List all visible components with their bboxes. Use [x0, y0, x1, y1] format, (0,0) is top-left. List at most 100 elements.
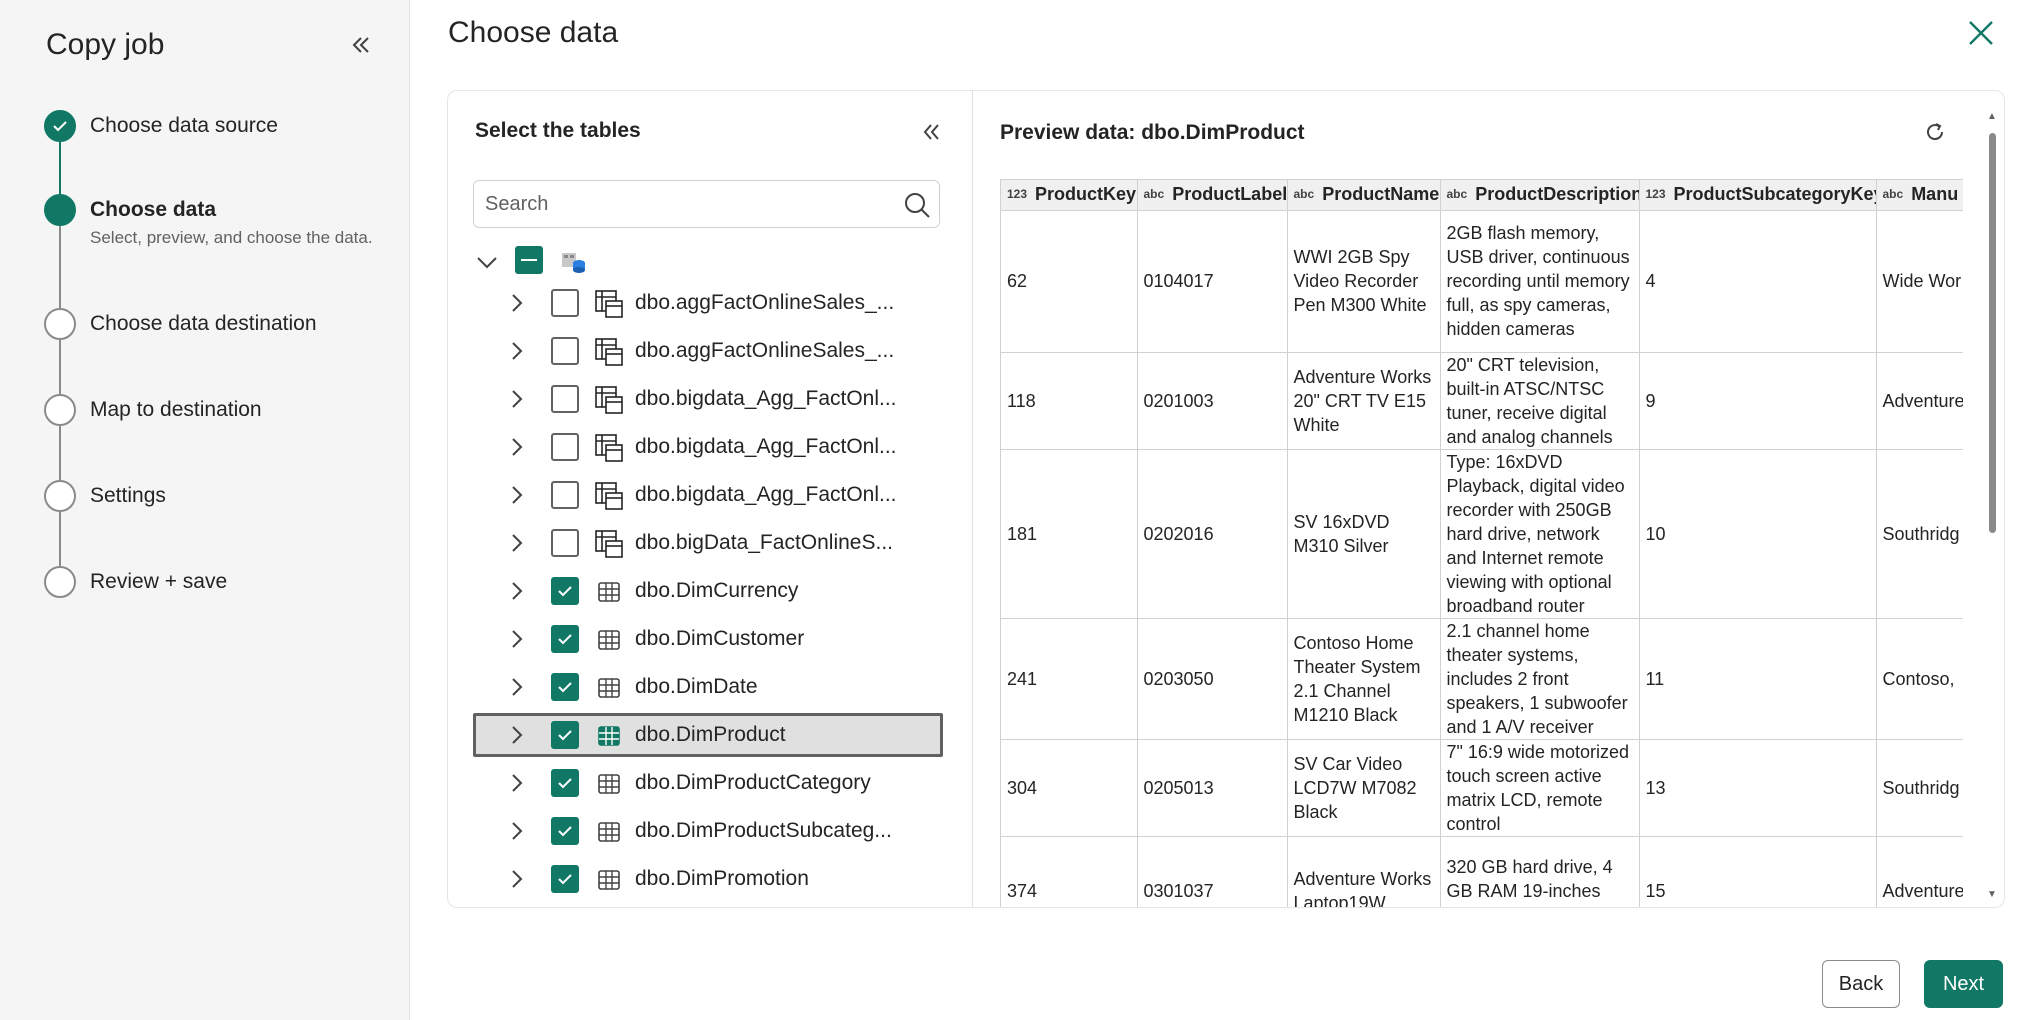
column-header[interactable]: abc ProductName — [1287, 180, 1441, 211]
search-input[interactable] — [485, 181, 885, 227]
table-checkbox[interactable] — [551, 433, 579, 461]
column-header[interactable]: abc ProductLabel — [1137, 180, 1288, 211]
table-list-item[interactable]: dbo.bigdata_Agg_FactOnl... — [473, 425, 943, 469]
step-connector — [59, 226, 61, 308]
table-list-item[interactable]: dbo.aggFactOnlineSales_... — [473, 329, 943, 373]
table-list-item[interactable]: dbo.bigdata_Agg_FactOnl... — [473, 377, 943, 421]
table-list-item[interactable]: dbo.aggFactOnlineSales_... — [473, 281, 943, 325]
column-name: ProductKey — [1035, 184, 1137, 205]
column-header[interactable]: 123 ProductSubcategoryKey — [1639, 180, 1877, 211]
refresh-button[interactable] — [1922, 119, 1948, 145]
chevron-right-icon[interactable] — [507, 820, 527, 842]
column-header[interactable]: 123 ProductKey — [1001, 180, 1138, 211]
table-list-item[interactable]: dbo.bigdata_Agg_FactOnl... — [473, 473, 943, 517]
table-checkbox[interactable] — [551, 673, 579, 701]
table-list-item[interactable]: dbo.DimCurrency — [473, 569, 943, 613]
chevron-right-icon[interactable] — [507, 676, 527, 698]
column-type-icon: 123 — [1645, 187, 1666, 202]
table-cell: Adventure Works 20" CRT TV E15 White — [1287, 352, 1441, 450]
step-complete-icon — [44, 110, 76, 142]
table-cell: 13 — [1639, 739, 1877, 837]
page-title: Choose data — [448, 16, 619, 49]
table-name: dbo.bigdata_Agg_FactOnl... — [635, 483, 897, 506]
table-icon — [598, 870, 620, 890]
table-cell: 15 — [1639, 836, 1877, 907]
chevron-right-icon[interactable] — [507, 772, 527, 794]
chevron-right-icon[interactable] — [507, 580, 527, 602]
table-checkbox[interactable] — [551, 481, 579, 509]
chevron-right-icon[interactable] — [507, 868, 527, 890]
chevron-right-icon[interactable] — [507, 340, 527, 362]
table-cell: 118 — [1001, 352, 1138, 450]
column-name: ProductSubcategoryKey — [1673, 184, 1876, 205]
collapse-sidebar-button[interactable] — [346, 30, 376, 60]
table-cell: Wide Wor Importers — [1876, 210, 1963, 353]
table-checkbox[interactable] — [551, 577, 579, 605]
step-circle-icon — [44, 566, 76, 598]
scroll-up-arrow[interactable]: ▲ — [1986, 111, 1998, 123]
wizard-step-label: Choose data — [90, 198, 217, 221]
table-list-item[interactable]: dbo.DimPromotion — [473, 857, 943, 901]
table-checkbox[interactable] — [551, 721, 579, 749]
table-list-item[interactable]: dbo.bigData_FactOnlineS... — [473, 521, 943, 565]
back-button[interactable]: Back — [1822, 960, 1900, 1008]
scroll-thumb[interactable] — [1989, 133, 1996, 533]
chevron-down-icon[interactable] — [475, 253, 499, 273]
column-name: ProductLabel — [1172, 184, 1287, 205]
select-all-checkbox[interactable] — [515, 246, 543, 274]
wizard-step-label: Choose data source — [90, 114, 278, 137]
tables-panel: Select the tables Search dbo.aggFactOnli… — [448, 91, 973, 907]
table-checkbox[interactable] — [551, 769, 579, 797]
table-cell: 2GB flash memory, USB driver, continuous… — [1440, 210, 1640, 353]
table-row: 181 0202016 SV 16xDVD M310 Silver Type: 16x… — [1001, 449, 1963, 619]
table-cell: 10 — [1639, 449, 1877, 619]
chevron-right-icon[interactable] — [507, 532, 527, 554]
chevron-right-icon[interactable] — [507, 388, 527, 410]
table-list-item[interactable]: dbo.DimDate — [473, 665, 943, 709]
preview-scrollbar[interactable]: ▲ ▼ — [1986, 111, 1998, 901]
view-icon — [595, 338, 623, 366]
chevron-right-icon[interactable] — [507, 724, 527, 746]
table-cell: 374 — [1001, 836, 1138, 907]
table-checkbox[interactable] — [551, 289, 579, 317]
chevron-right-icon[interactable] — [507, 292, 527, 314]
double-chevron-left-icon — [923, 124, 939, 140]
table-list-item[interactable]: dbo.DimProduct — [473, 713, 943, 757]
table-row: 118 0201003 Adventure Works 20" CRT TV E15… — [1001, 352, 1963, 450]
close-button[interactable] — [1964, 16, 1998, 50]
table-checkbox[interactable] — [551, 817, 579, 845]
table-icon — [598, 822, 620, 842]
table-checkbox[interactable] — [551, 625, 579, 653]
step-connector — [59, 142, 61, 194]
table-row: 241 0203050 Contoso Home Theater System 2.… — [1001, 618, 1963, 740]
table-checkbox[interactable] — [551, 337, 579, 365]
collapse-tables-button[interactable] — [918, 119, 944, 145]
table-checkbox[interactable] — [551, 865, 579, 893]
chevron-right-icon[interactable] — [507, 628, 527, 650]
column-header[interactable]: abc Manu — [1876, 180, 1963, 211]
table-icon — [598, 774, 620, 794]
table-list-item[interactable]: dbo.DimCustomer — [473, 617, 943, 661]
table-cell: Southridg — [1876, 449, 1963, 619]
chevron-right-icon[interactable] — [507, 436, 527, 458]
view-icon — [595, 434, 623, 462]
table-list-item[interactable]: dbo.DimProductCategory — [473, 761, 943, 805]
tables-panel-title: Select the tables — [475, 119, 641, 142]
table-cell: 20" CRT television, built-in ATSC/NTSC t… — [1440, 352, 1640, 450]
table-checkbox[interactable] — [551, 529, 579, 557]
chevron-right-icon[interactable] — [507, 484, 527, 506]
table-cell: 0301037 — [1137, 836, 1288, 907]
column-type-icon: abc — [1293, 187, 1315, 202]
next-button[interactable]: Next — [1924, 960, 2003, 1008]
table-cell: Adventure — [1876, 836, 1963, 907]
table-checkbox[interactable] — [551, 385, 579, 413]
table-cell: 304 — [1001, 739, 1138, 837]
step-circle-icon — [44, 480, 76, 512]
search-icon[interactable] — [903, 191, 931, 219]
preview-title: Preview data: dbo.DimProduct — [1000, 121, 1305, 144]
table-list-item[interactable]: dbo.DimProductSubcateg... — [473, 809, 943, 853]
column-header[interactable]: abc ProductDescription — [1440, 180, 1640, 211]
scroll-down-arrow[interactable]: ▼ — [1986, 889, 1998, 901]
step-connector — [59, 426, 61, 480]
step-circle-icon — [44, 394, 76, 426]
